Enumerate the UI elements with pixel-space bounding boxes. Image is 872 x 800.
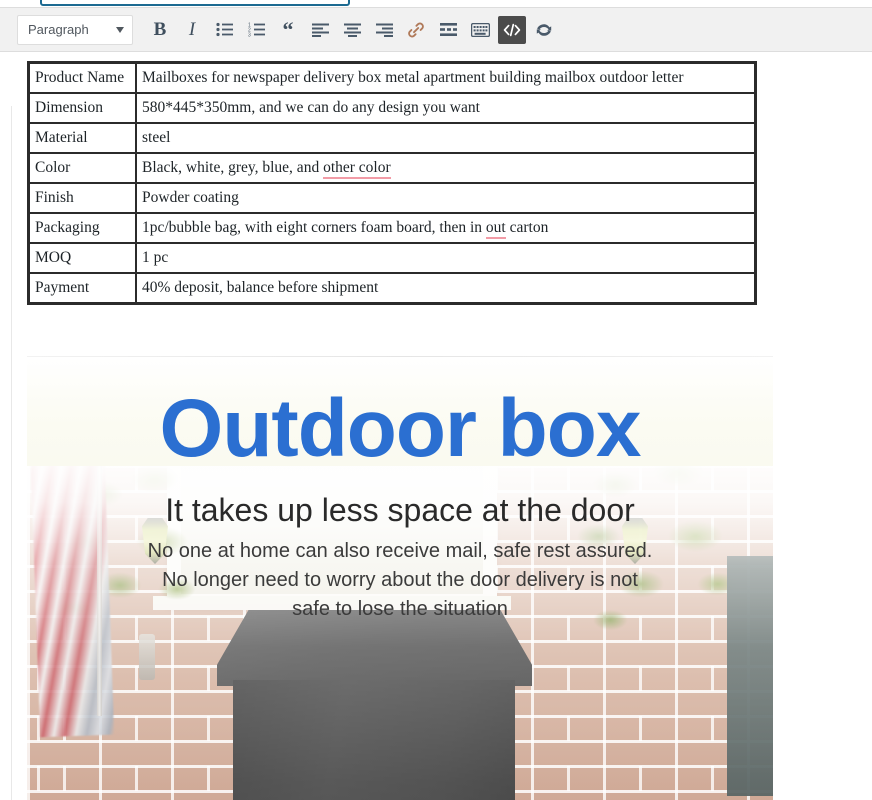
table-row[interactable]: Color Black, white, grey, blue, and othe…: [29, 153, 755, 183]
table-row[interactable]: Dimension 580*445*350mm, and we can do a…: [29, 93, 755, 123]
table-cell-value: steel: [136, 123, 755, 153]
misspelled-word[interactable]: out: [485, 218, 506, 239]
numbered-list-icon: 1 2 3: [248, 22, 265, 37]
align-left-button[interactable]: [306, 16, 334, 44]
flag-pole: [97, 466, 102, 716]
content-left-gutter: [11, 106, 12, 800]
mailbox-lid: [217, 610, 532, 686]
source-code-button[interactable]: [498, 15, 526, 44]
misspelled-word[interactable]: other color: [323, 158, 391, 179]
table-cell-value: Powder coating: [136, 183, 755, 213]
format-select[interactable]: Paragraph: [17, 14, 133, 45]
table-cell-key: Packaging: [29, 213, 136, 243]
table-cell-key: Dimension: [29, 93, 136, 123]
table-cell-value: Black, white, grey, blue, and other colo…: [136, 153, 755, 183]
align-right-icon: [375, 23, 393, 37]
side-panel: [727, 556, 773, 796]
chevron-down-icon: [116, 26, 124, 33]
table-cell-value: 1pc/bubble bag, with eight corners foam …: [136, 213, 755, 243]
table-cell-key: Payment: [29, 273, 136, 303]
product-spec-table[interactable]: Product Name Mailboxes for newspaper del…: [27, 61, 757, 305]
editor-toolbar: Paragraph B I 1 2 3 “: [0, 7, 872, 52]
table-row[interactable]: Material steel: [29, 123, 755, 153]
keyboard-shortcuts-button[interactable]: [466, 16, 494, 44]
window-frame: [167, 466, 497, 608]
editor-content-area[interactable]: Product Name Mailboxes for newspaper del…: [0, 53, 872, 800]
table-cell-value: 1 pc: [136, 243, 755, 273]
code-icon: [503, 23, 521, 36]
insert-link-button[interactable]: [402, 16, 430, 44]
italic-icon: I: [188, 19, 196, 40]
focused-tab-outline[interactable]: [40, 0, 350, 6]
bulleted-list-icon: [215, 22, 233, 37]
align-center-icon: [343, 23, 361, 37]
svg-text:3: 3: [248, 32, 251, 37]
cell-text: 1pc/bubble bag, with eight corners foam …: [142, 218, 486, 236]
refresh-button[interactable]: [530, 16, 558, 44]
editor-page: Paragraph B I 1 2 3 “ Product Name Mailb…: [0, 0, 872, 800]
table-cell-key: MOQ: [29, 243, 136, 273]
content-separator: [27, 356, 773, 357]
bold-button[interactable]: B: [146, 16, 174, 44]
align-center-button[interactable]: [338, 16, 366, 44]
align-left-icon: [311, 23, 329, 37]
table-cell-key: Finish: [29, 183, 136, 213]
keyboard-icon: [470, 22, 490, 37]
table-row[interactable]: Packaging 1pc/bubble bag, with eight cor…: [29, 213, 755, 243]
table-cell-value: 580*445*350mm, and we can do any design …: [136, 93, 755, 123]
bold-icon: B: [153, 19, 167, 40]
blockquote-icon: “: [282, 16, 294, 42]
photo-background: [27, 466, 773, 800]
read-more-icon: [439, 23, 457, 36]
table-cell-key: Product Name: [29, 63, 136, 93]
mailbox-body: [233, 680, 515, 800]
table-cell-value: 40% deposit, balance before shipment: [136, 273, 755, 303]
bulleted-list-button[interactable]: [210, 16, 238, 44]
table-row[interactable]: Finish Powder coating: [29, 183, 755, 213]
cell-text: Black, white, grey, blue, and: [142, 158, 324, 176]
italic-button[interactable]: I: [178, 16, 206, 44]
table-row[interactable]: MOQ 1 pc: [29, 243, 755, 273]
image-canvas: Outdoor box It takes up less space at th…: [27, 358, 773, 800]
format-select-value: Paragraph: [28, 22, 89, 37]
bush-right: [573, 466, 743, 652]
table-cell-key: Color: [29, 153, 136, 183]
ground-object: [139, 634, 155, 680]
table-row[interactable]: Payment 40% deposit, balance before ship…: [29, 273, 755, 303]
refresh-icon: [536, 23, 552, 36]
align-right-button[interactable]: [370, 16, 398, 44]
image-headline: Outdoor box: [159, 383, 642, 474]
numbered-list-button[interactable]: 1 2 3: [242, 16, 270, 44]
table-cell-key: Material: [29, 123, 136, 153]
link-icon: [408, 22, 424, 37]
cell-text-tail: carton: [505, 218, 549, 236]
table-row[interactable]: Product Name Mailboxes for newspaper del…: [29, 63, 755, 93]
read-more-button[interactable]: [434, 16, 462, 44]
blockquote-button[interactable]: “: [274, 16, 302, 44]
table-cell-value: Mailboxes for newspaper delivery box met…: [136, 63, 755, 93]
product-promo-image[interactable]: Outdoor box It takes up less space at th…: [27, 358, 773, 800]
